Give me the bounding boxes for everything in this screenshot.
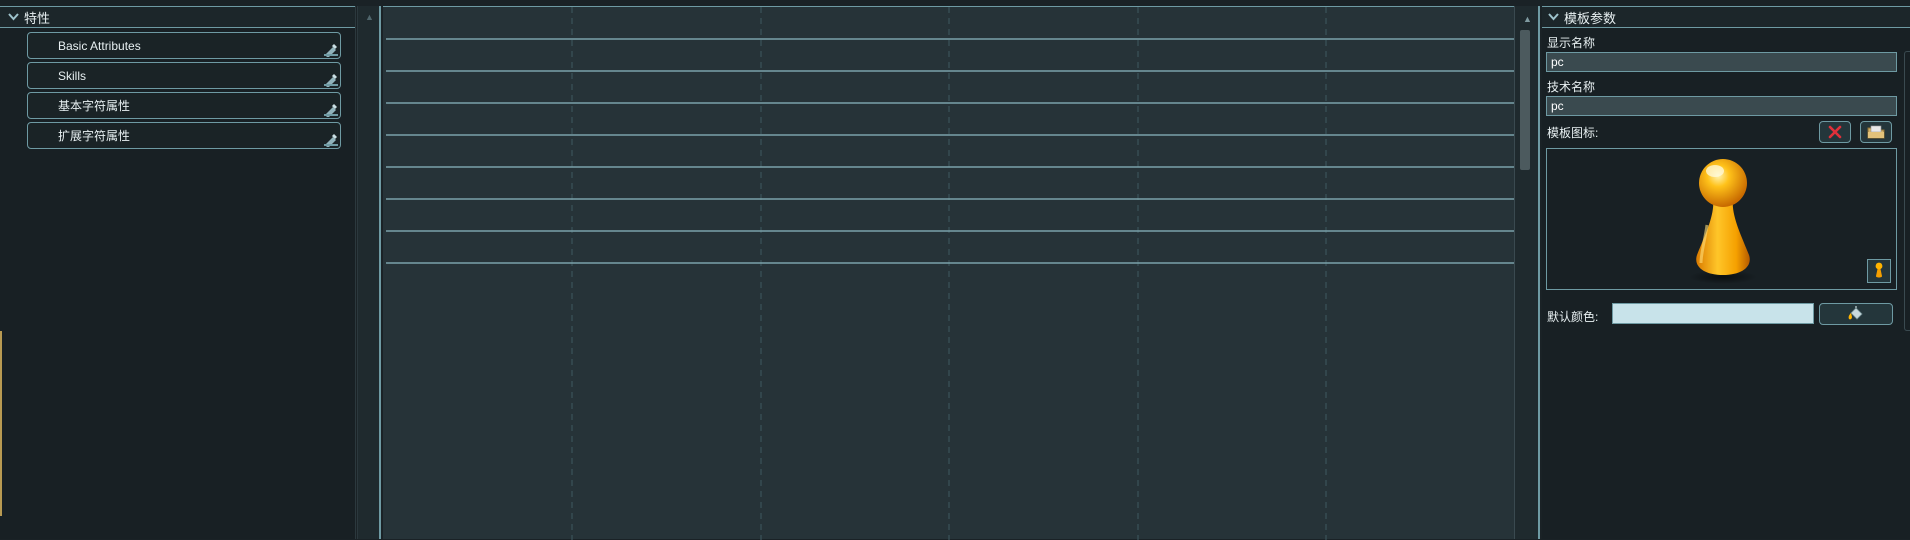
edit-icon[interactable] <box>323 103 339 117</box>
display-name-field[interactable] <box>1546 52 1897 72</box>
template-params-title: 模板参数 <box>1564 10 1617 26</box>
trait-item-basic-char-attrs[interactable]: 基本字符属性 <box>27 92 341 119</box>
traits-panel-title: 特性 <box>24 10 51 26</box>
template-icon-label: 模板图标: <box>1547 126 1599 140</box>
trait-item-label: 基本字符属性 <box>58 99 131 113</box>
default-color-label: 默认颜色: <box>1547 310 1599 324</box>
tech-name-field[interactable] <box>1546 96 1897 116</box>
icon-thumbnail-button[interactable] <box>1867 259 1891 283</box>
trait-list: Basic Attributes Skills 基本字符属性 扩展字符属性 <box>0 28 355 149</box>
paint-bucket-icon <box>1848 306 1863 320</box>
trait-item-label: 扩展字符属性 <box>58 129 131 143</box>
x-icon <box>1828 125 1842 139</box>
trait-item-basic-attributes[interactable]: Basic Attributes <box>27 32 341 59</box>
open-icon-button[interactable] <box>1860 121 1892 143</box>
scroll-thumb[interactable] <box>1520 30 1530 170</box>
pawn-icon <box>1689 159 1757 284</box>
trait-item-label: Skills <box>58 68 87 83</box>
chevron-down-icon[interactable] <box>6 10 20 24</box>
panel-resize-edge[interactable] <box>0 331 2 516</box>
trait-item-label: Basic Attributes <box>58 38 141 53</box>
trait-item-extended-char-attrs[interactable]: 扩展字符属性 <box>27 122 341 149</box>
scroll-up-icon[interactable]: ▲ <box>1523 14 1532 24</box>
edit-icon[interactable] <box>323 133 339 147</box>
clear-icon-button[interactable] <box>1819 121 1851 143</box>
canvas-scrollbar[interactable]: ▲ <box>1514 6 1540 539</box>
traits-panel: 特性 Basic Attributes Skills 基本字符属性 扩展字符属性 <box>0 6 356 539</box>
pick-color-button[interactable] <box>1819 303 1893 325</box>
template-grid-canvas[interactable] <box>383 6 1514 540</box>
edit-icon[interactable] <box>323 43 339 57</box>
trait-item-skills[interactable]: Skills <box>27 62 341 89</box>
template-params-header[interactable]: 模板参数 <box>1542 6 1910 28</box>
template-params-panel: 模板参数 显示名称 技术名称 模板图标: <box>1542 6 1910 539</box>
panel-edge-handle[interactable] <box>1904 51 1910 331</box>
pawn-icon <box>1875 262 1883 278</box>
display-name-label: 显示名称 <box>1547 36 1596 50</box>
tech-name-label: 技术名称 <box>1547 80 1596 94</box>
left-scrollbar[interactable]: ▲ <box>357 6 381 539</box>
default-color-row: 默认颜色: <box>1542 302 1910 332</box>
traits-panel-header[interactable]: 特性 <box>0 6 355 28</box>
template-icon-row: 模板图标: <box>1542 120 1910 146</box>
edit-icon[interactable] <box>323 73 339 87</box>
template-icon-preview[interactable] <box>1546 148 1897 290</box>
grid-lines <box>386 7 1514 540</box>
chevron-down-icon[interactable] <box>1546 10 1560 24</box>
scroll-up-icon[interactable]: ▲ <box>365 12 374 22</box>
folder-icon <box>1867 125 1885 139</box>
default-color-swatch[interactable] <box>1612 303 1814 324</box>
